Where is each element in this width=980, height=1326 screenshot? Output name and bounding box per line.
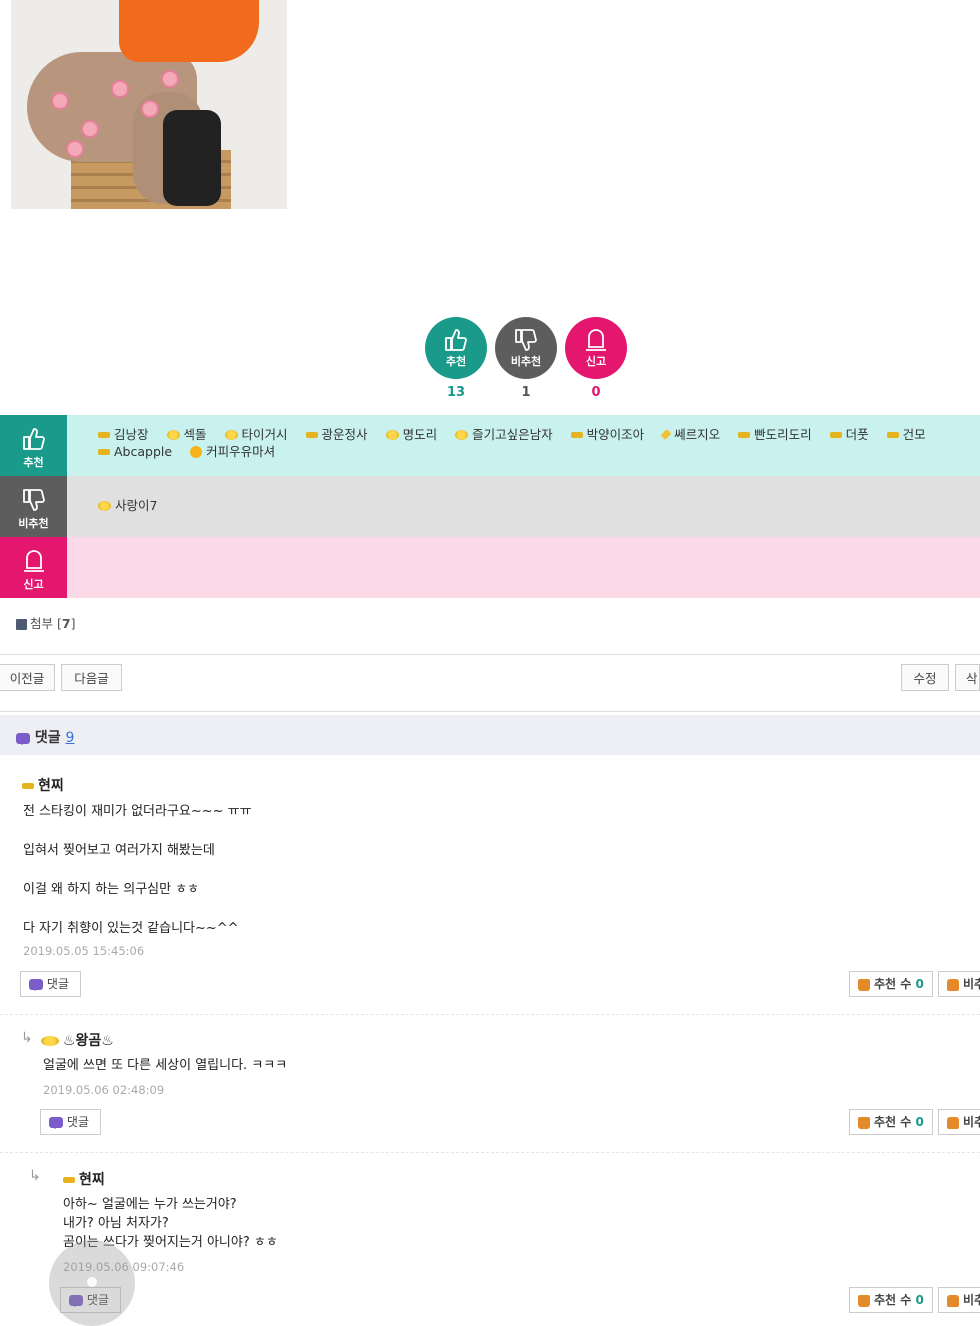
downvoters-row: 비추천 사랑이7 xyxy=(0,476,980,537)
level-sun-icon xyxy=(190,445,203,458)
divider xyxy=(0,654,980,655)
voter-name[interactable]: Abcapple xyxy=(98,444,172,459)
downvoters-header: 비추천 xyxy=(0,476,67,537)
voter-name[interactable]: 타이거시 xyxy=(224,427,288,442)
thumbs-up-icon xyxy=(858,1116,870,1129)
level-crown-icon xyxy=(224,429,238,440)
downvote-count: 1 xyxy=(521,385,531,400)
attachment-link[interactable]: 첨부 [7] xyxy=(16,613,75,632)
thumbs-up-icon xyxy=(445,329,467,351)
level-bar-icon xyxy=(886,431,899,438)
reporters-header: 신고 xyxy=(0,537,67,598)
level-bar-icon xyxy=(829,431,842,438)
prev-post-button[interactable]: 이전글 xyxy=(0,664,55,691)
upvoters-row: 추천 김낭장 섹돌 타이거시 광운정사 명도리 즐기고싶은남자 박양이조아 쎄르지오 빤도리도리… xyxy=(0,415,980,476)
upvote-button[interactable]: 추천 xyxy=(425,317,487,379)
comment-bubble-icon xyxy=(16,732,30,745)
level-crown-icon xyxy=(455,429,469,440)
siren-icon xyxy=(23,550,44,572)
voter-name[interactable]: 사랑이7 xyxy=(98,498,157,513)
comment-body: 얼굴에 쓰면 또 다른 세상이 열립니다. ㅋㅋㅋ xyxy=(43,1058,288,1073)
comment-author[interactable]: ♨왕곰♨ xyxy=(41,1030,114,1050)
dislike-button[interactable]: 비추 xyxy=(938,1287,980,1313)
comments-count[interactable]: 9 xyxy=(66,730,75,746)
voter-name[interactable]: 커피우유마셔 xyxy=(190,444,275,459)
reporters-row: 신고 xyxy=(0,537,980,598)
thumbs-up-icon xyxy=(22,428,45,450)
thumbs-down-icon xyxy=(947,1294,959,1307)
comment-date: 2019.05.05 15:45:06 xyxy=(23,944,145,958)
comment-bubble-icon xyxy=(29,979,43,991)
level-bar-icon xyxy=(98,431,110,438)
thumbs-up-icon xyxy=(858,1294,870,1307)
upvote-count: 13 xyxy=(446,385,466,400)
save-icon xyxy=(16,619,27,630)
level-bar-icon xyxy=(570,431,583,438)
level-bar-icon xyxy=(305,431,318,438)
voter-name[interactable]: 즐기고싶은남자 xyxy=(455,427,553,442)
thumbs-down-icon xyxy=(947,1116,959,1129)
voter-name[interactable]: 건모 xyxy=(886,427,926,442)
touch-indicator xyxy=(49,1240,135,1326)
reply-button[interactable]: 댓글 xyxy=(40,1109,101,1135)
level-crown-icon xyxy=(98,500,111,511)
upvoters-header: 추천 xyxy=(0,415,67,476)
comment-body: 전 스타킹이 재미가 없더라구요~~~ ㅠㅠ 입혀서 찢어보고 여러가지 해봤는… xyxy=(23,804,252,936)
level-crown-icon xyxy=(41,1035,59,1046)
comment-author[interactable]: 현찌 xyxy=(22,775,64,795)
comment-bubble-icon xyxy=(49,1117,63,1129)
voter-name[interactable]: 명도리 xyxy=(385,427,437,442)
voter-name[interactable]: 광운정사 xyxy=(305,427,368,442)
edit-button[interactable]: 수정 xyxy=(901,664,949,691)
delete-button[interactable]: 삭제 xyxy=(955,664,980,691)
next-post-button[interactable]: 다음글 xyxy=(61,664,122,691)
comments-label: 댓글 xyxy=(34,730,61,746)
post-photo[interactable] xyxy=(11,0,287,209)
thumbs-down-icon xyxy=(22,489,45,511)
downvoter-list: 사랑이7 xyxy=(98,497,980,514)
upvoters-label: 추천 xyxy=(23,456,44,469)
like-button[interactable]: 추천 수 0 xyxy=(849,1109,933,1135)
voter-name[interactable]: 쎄르지오 xyxy=(660,427,720,442)
voter-name[interactable]: 빤도리도리 xyxy=(738,427,812,442)
voter-name[interactable]: 섹돌 xyxy=(166,427,207,442)
downvote-button[interactable]: 비추천 xyxy=(495,317,557,379)
voter-name[interactable]: 더풋 xyxy=(829,427,869,442)
level-bar-icon xyxy=(22,782,34,789)
reporters-label: 신고 xyxy=(23,578,44,591)
like-button[interactable]: 추천 수 0 xyxy=(849,1287,933,1313)
upvote-label: 추천 xyxy=(445,355,467,368)
dislike-button[interactable]: 비추 xyxy=(938,1109,980,1135)
comment-author[interactable]: 현찌 xyxy=(63,1169,105,1189)
report-count: 0 xyxy=(591,385,601,400)
siren-icon xyxy=(586,329,606,351)
upvoter-list: 김낭장 섹돌 타이거시 광운정사 명도리 즐기고싶은남자 박양이조아 쎄르지오 빤도리도리 더풋 건… xyxy=(98,426,980,460)
comments-header: 댓글 9 xyxy=(0,715,980,755)
reply-arrow-icon: ↳ xyxy=(29,1168,41,1184)
thumbs-down-icon xyxy=(515,329,537,351)
like-button[interactable]: 추천 수 0 xyxy=(849,971,933,997)
level-crown-icon xyxy=(385,429,399,440)
reply-arrow-icon: ↳ xyxy=(21,1030,33,1046)
dislike-button[interactable]: 비추 xyxy=(938,971,980,997)
report-label: 신고 xyxy=(585,355,607,368)
report-button[interactable]: 신고 xyxy=(565,317,627,379)
level-bar-icon xyxy=(738,431,751,438)
thumbs-up-icon xyxy=(858,978,870,991)
reply-button[interactable]: 댓글 xyxy=(20,971,81,997)
level-diamond-icon xyxy=(660,429,672,440)
voter-name[interactable]: 박양이조아 xyxy=(570,427,644,442)
downvoters-label: 비추천 xyxy=(18,517,49,530)
comment-date: 2019.05.06 02:48:09 xyxy=(43,1083,165,1097)
level-crown-icon xyxy=(166,429,180,440)
comment-divider xyxy=(0,1014,980,1015)
level-bar-icon xyxy=(63,1176,75,1183)
downvote-label: 비추천 xyxy=(510,355,542,368)
voter-name[interactable]: 김낭장 xyxy=(98,427,149,442)
level-bar-icon xyxy=(98,448,110,455)
comment-divider xyxy=(0,1152,980,1153)
thumbs-down-icon xyxy=(947,978,959,991)
divider xyxy=(0,711,980,712)
